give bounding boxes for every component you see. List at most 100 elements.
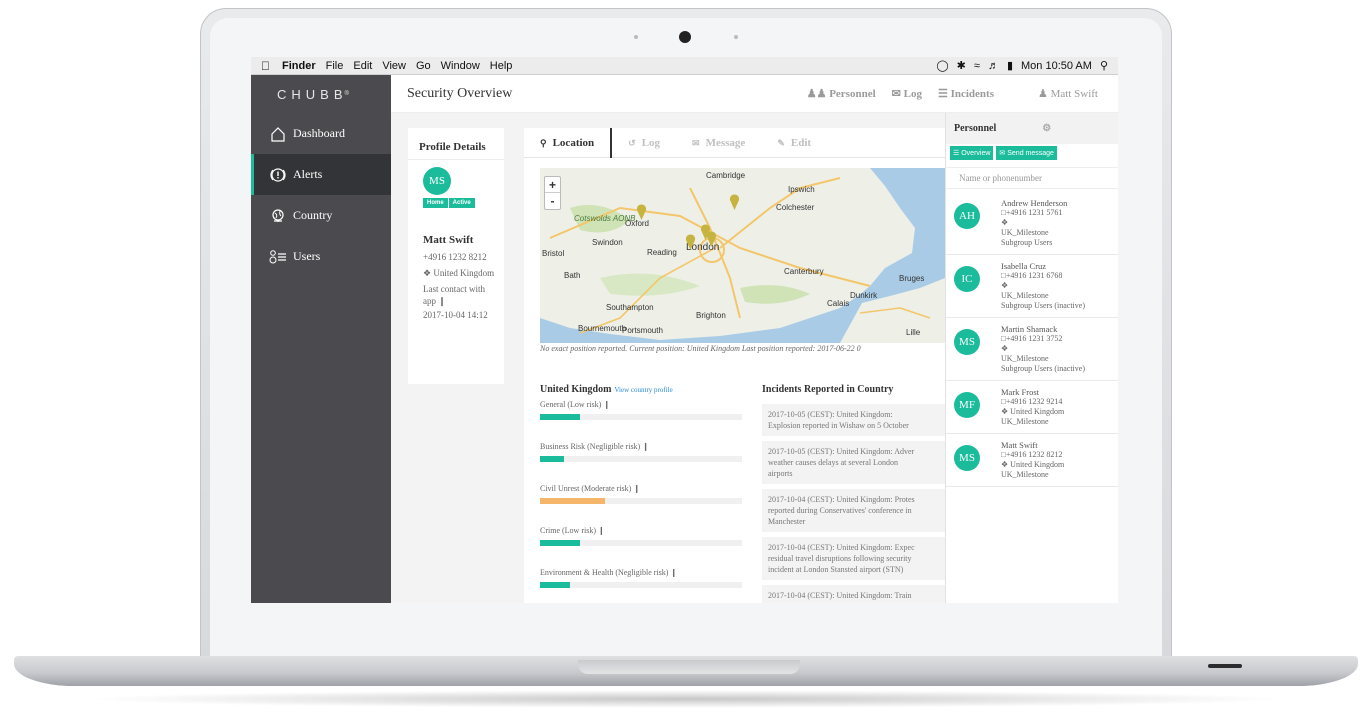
- location-pin[interactable]: [729, 194, 740, 210]
- personnel-group: UK_Milestone: [1001, 417, 1049, 426]
- tab-message[interactable]: ✉ Message: [676, 128, 761, 158]
- menu-window[interactable]: Window: [441, 60, 480, 72]
- personnel-info: Andrew Henderson □+4916 1231 5761 ❖ UK_Mil…: [1001, 198, 1067, 248]
- personnel-row[interactable]: MS Martin Shamack □+4916 1231 3752 ❖ UK_Mil…: [946, 318, 1118, 381]
- info-icon[interactable]: ❙: [670, 568, 677, 577]
- sidebar-item-alerts[interactable]: Alerts: [251, 154, 391, 195]
- camera-icon: [679, 31, 691, 43]
- personnel-row[interactable]: IC Isabella Cruz □+4916 1231 6768 ❖ UK_Mile…: [946, 255, 1118, 318]
- info-icon[interactable]: ❙: [598, 526, 605, 535]
- tab-log[interactable]: ↺ Log: [612, 128, 676, 158]
- incident-item[interactable]: 2017-10-04 (CEST): United Kingdom: Expec…: [762, 537, 945, 580]
- incident-line: weather causes delays at several London: [768, 458, 898, 467]
- risk-item: Civil Unrest (Moderate risk) ❙: [540, 484, 742, 521]
- sidebar-item-users[interactable]: Users: [251, 236, 391, 277]
- menu-view[interactable]: View: [382, 60, 406, 72]
- location-pin[interactable]: [636, 204, 647, 220]
- incident-item[interactable]: 2017-10-05 (CEST): United Kingdom: Adver…: [762, 441, 945, 484]
- overview-button[interactable]: ☰ Overview: [950, 146, 994, 160]
- location-pin[interactable]: [685, 234, 696, 250]
- volume-icon[interactable]: ♬: [988, 60, 999, 72]
- last-contact-label: Last contact with app: [423, 284, 485, 306]
- risk-bar-fill: [540, 414, 581, 420]
- user-menu[interactable]: ♟ Matt Swift: [1038, 87, 1098, 100]
- incidents-link[interactable]: ☰ Incidents: [938, 87, 994, 100]
- location-pin[interactable]: [706, 231, 717, 247]
- personnel-location: ❖ United Kingdom: [1001, 460, 1064, 470]
- personnel-info: Martin Shamack □+4916 1231 3752 ❖ UK_Miles…: [1001, 324, 1085, 374]
- tab-edit[interactable]: ✎ Edit: [761, 128, 827, 158]
- menu-finder[interactable]: Finder: [282, 60, 316, 72]
- avatar: MS: [954, 329, 980, 355]
- map-label: Dunkirk: [850, 291, 878, 300]
- gear-icon[interactable]: ⚙: [1042, 123, 1051, 134]
- laptop-shadow: [80, 690, 1290, 708]
- personnel-search-input[interactable]: Name or phonenumber: [946, 167, 1118, 189]
- siri-icon[interactable]: ◯: [936, 59, 948, 72]
- home-badge: Home: [423, 198, 449, 208]
- send-message-button[interactable]: ✉ Send message: [996, 146, 1057, 160]
- zoom-in-button[interactable]: +: [545, 177, 560, 193]
- personnel-title: Personnel: [954, 123, 997, 134]
- risk-item: General (Low risk) ❙: [540, 400, 742, 437]
- risk-item: Business Risk (Negligible risk) ❙: [540, 442, 742, 479]
- map-label: Cambridge: [706, 171, 746, 180]
- zoom-out-button[interactable]: -: [545, 193, 560, 209]
- personnel-name: Martin Shamack: [1001, 324, 1058, 334]
- incident-item[interactable]: 2017-10-04 (CEST): United Kingdom: Prote…: [762, 489, 945, 532]
- spotlight-icon[interactable]: ⚲: [1100, 59, 1108, 72]
- wifi-icon[interactable]: ≈: [974, 60, 980, 72]
- map-label: Oxford: [625, 219, 650, 228]
- menu-go[interactable]: Go: [416, 60, 431, 72]
- map[interactable]: + - Cambridge Ipswich Colchester Cotswol…: [540, 168, 945, 343]
- log-link[interactable]: ✉ Log: [892, 87, 922, 100]
- profile-phone: +4916 1232 8212: [423, 252, 487, 262]
- screen:  Finder File Edit View Go Window Help ◯…: [251, 57, 1118, 603]
- sidebar-item-country[interactable]: Country: [251, 195, 391, 236]
- tab-location[interactable]: ⚲ Location: [524, 128, 613, 158]
- menubar-clock[interactable]: Mon 10:50 AM: [1021, 60, 1092, 72]
- menu-edit[interactable]: Edit: [353, 60, 372, 72]
- incident-item[interactable]: 2017-10-04 (CEST): United Kingdom: Train: [762, 585, 945, 603]
- map-caption: No exact position reported. Current posi…: [540, 344, 861, 353]
- risk-bar: [540, 540, 742, 546]
- info-icon[interactable]: ❙: [633, 484, 640, 493]
- personnel-row[interactable]: AH Andrew Henderson □+4916 1231 5761 ❖ UK_M…: [946, 192, 1118, 255]
- incident-line: airports: [768, 469, 793, 478]
- battery-icon[interactable]: ▮: [1007, 59, 1013, 72]
- topbar-tools: ♟♟ Personnel ✉ Log ☰ Incidents ♟ Matt Sw…: [807, 87, 1098, 100]
- sidebar-item-label: Country: [293, 208, 333, 222]
- incident-item[interactable]: 2017-10-05 (CEST): United Kingdom: Explos…: [762, 404, 945, 436]
- personnel-name: Matt Swift: [1001, 440, 1038, 450]
- personnel-link[interactable]: ♟♟ Personnel: [807, 87, 876, 100]
- incident-line: 2017-10-05 (CEST): United Kingdom: Adver: [768, 447, 915, 456]
- personnel-location: ❖: [1001, 281, 1085, 291]
- incident-line: 2017-10-04 (CEST): United Kingdom: Expec: [768, 543, 915, 552]
- logo[interactable]: CHUBB ®: [251, 75, 391, 113]
- globe-icon: ❖: [1001, 218, 1009, 227]
- incident-line: residual travel disruptions following se…: [768, 554, 912, 563]
- log-label: Log: [903, 88, 922, 100]
- globe-icon: ❖: [1001, 460, 1009, 469]
- personnel-row[interactable]: MS Matt Swift □+4916 1232 8212 ❖ United Kin…: [946, 434, 1118, 487]
- map-label: Colchester: [776, 203, 815, 212]
- info-icon: ❙: [438, 296, 446, 306]
- map-land: [540, 168, 945, 343]
- info-icon[interactable]: ❙: [642, 442, 649, 451]
- menu-file[interactable]: File: [326, 60, 344, 72]
- menu-help[interactable]: Help: [490, 60, 513, 72]
- country-profile-link[interactable]: View country profile: [614, 386, 672, 394]
- apple-icon[interactable]: : [261, 59, 270, 73]
- personnel-row[interactable]: MF Mark Frost □+4916 1232 9214 ❖ United Kin…: [946, 381, 1118, 434]
- personnel-phone-text: +4916 1231 3752: [1005, 334, 1063, 343]
- bluetooth-icon[interactable]: ✱: [957, 59, 966, 72]
- sidebar-item-dashboard[interactable]: Dashboard: [251, 113, 391, 154]
- sidebar: CHUBB ® Dashboard Alerts Country Users: [251, 75, 391, 603]
- risk-label: Civil Unrest (Moderate risk) ❙: [540, 484, 742, 493]
- info-icon[interactable]: ❙: [603, 400, 610, 409]
- risk-bar: [540, 582, 742, 588]
- map-label: Bournemouth: [578, 324, 627, 333]
- incidents-section: Incidents Reported in Country 2017-10-05…: [762, 384, 945, 603]
- incidents-header: Incidents Reported in Country: [762, 384, 894, 395]
- personnel-group: UK_Milestone: [1001, 354, 1049, 363]
